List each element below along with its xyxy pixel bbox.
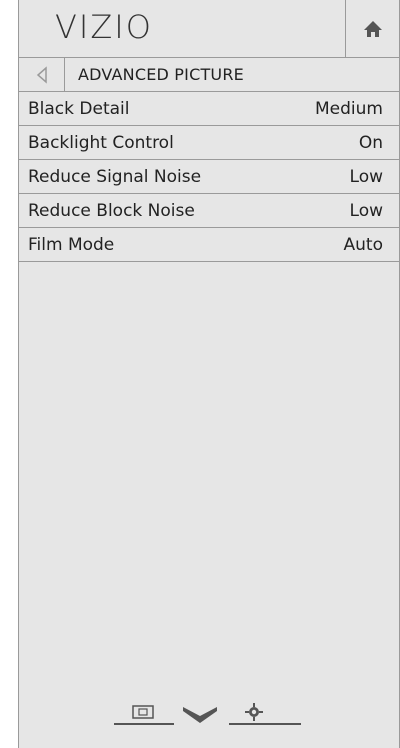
setting-label: Reduce Signal Noise [28,166,202,187]
setting-label: Reduce Block Noise [28,200,195,221]
back-button[interactable] [19,58,65,91]
subheader: ADVANCED PICTURE [19,58,399,92]
setting-reduce-block-noise[interactable]: Reduce Block Noise Low [19,194,399,228]
setting-label: Backlight Control [28,132,174,153]
vizio-logo: VIZIO [55,8,153,46]
gear-icon [245,703,263,721]
setting-label: Film Mode [28,234,115,255]
chevron-down-icon [183,707,217,723]
setting-backlight-control[interactable]: Backlight Control On [19,126,399,160]
back-triangle-icon [36,65,47,84]
settings-panel: VIZIO ADVANCED PICTURE Black Detail Medi… [18,0,400,748]
settings-button[interactable] [244,702,264,726]
setting-value: On [358,132,383,153]
home-button[interactable] [345,0,399,57]
setting-black-detail[interactable]: Black Detail Medium [19,92,399,126]
header: VIZIO [19,0,399,58]
setting-film-mode[interactable]: Film Mode Auto [19,228,399,262]
input-icon [132,705,154,719]
setting-reduce-signal-noise[interactable]: Reduce Signal Noise Low [19,160,399,194]
nav-divider [229,723,301,725]
setting-value: Auto [343,234,383,255]
setting-value: Low [349,200,383,221]
section-title: ADVANCED PICTURE [78,65,244,84]
nav-divider [114,723,174,725]
home-icon [363,20,382,37]
bottom-nav [19,700,399,730]
settings-list: Black Detail Medium Backlight Control On… [19,92,399,262]
setting-label: Black Detail [28,98,130,119]
setting-value: Medium [315,98,383,119]
down-button[interactable] [182,705,218,729]
setting-value: Low [349,166,383,187]
input-button[interactable] [132,704,154,723]
